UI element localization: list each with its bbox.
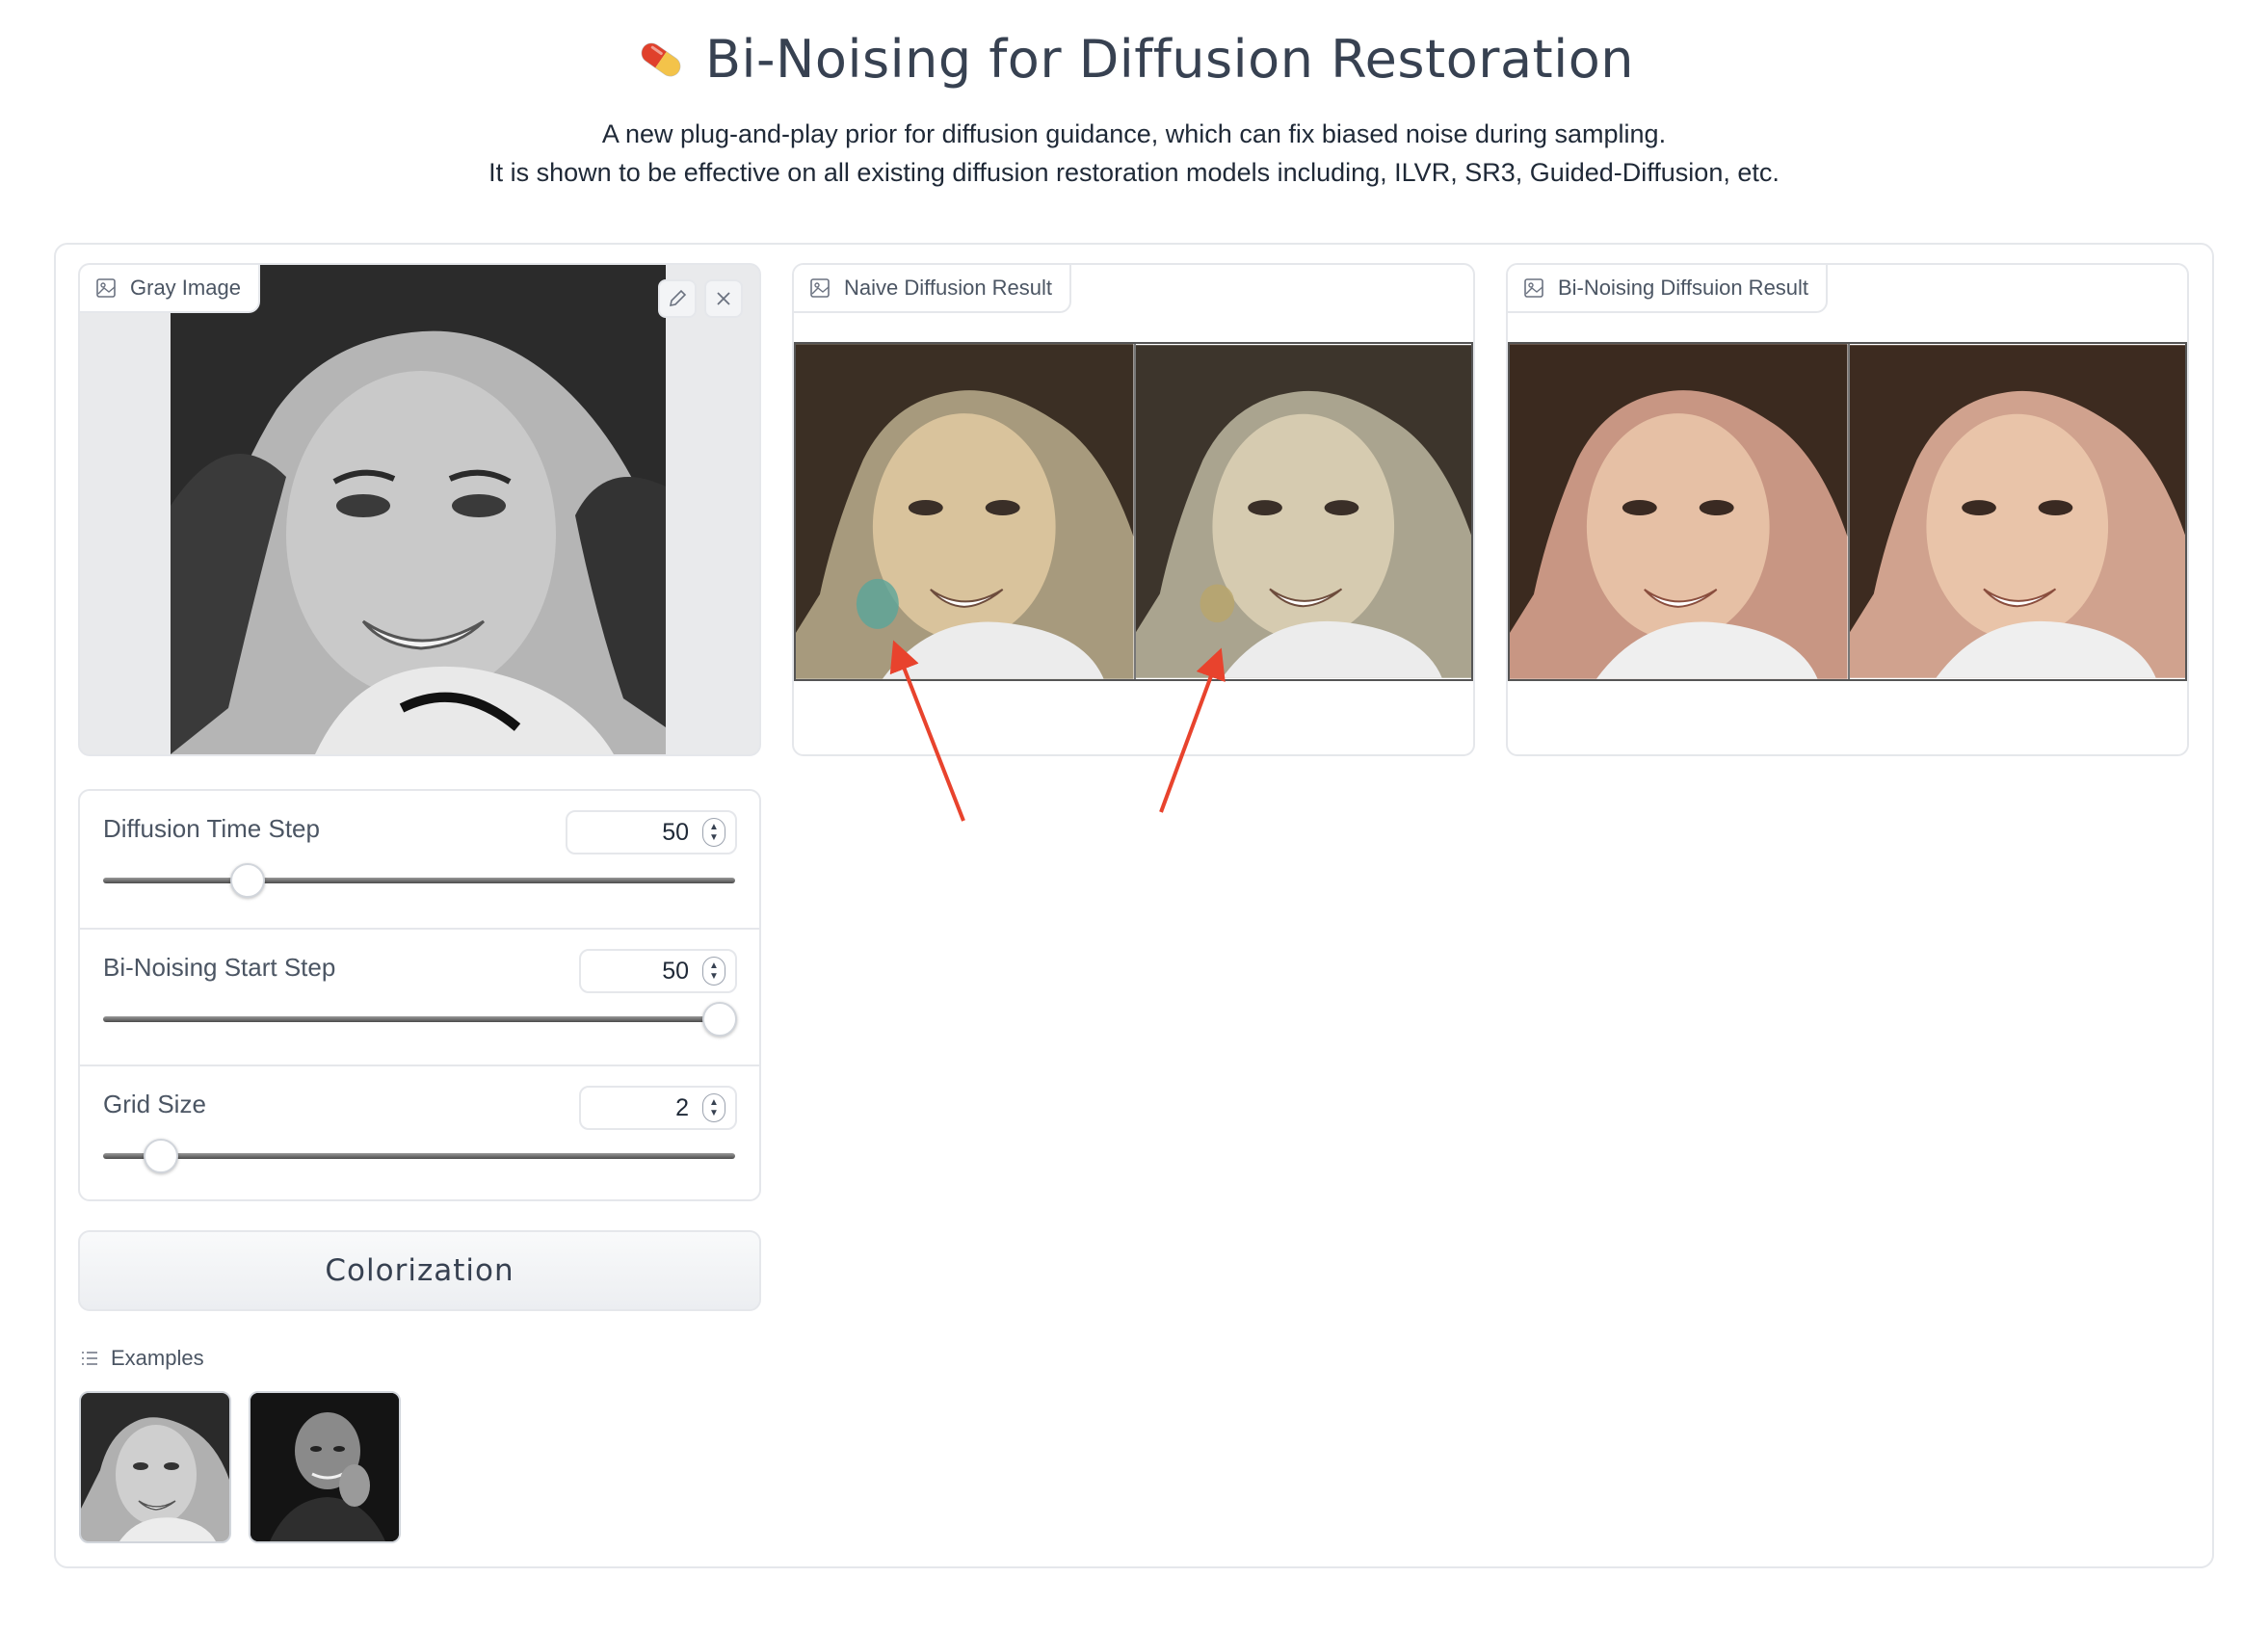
page-title: Bi-Noising for Diffusion Restoration bbox=[634, 29, 1634, 90]
slider-label: Grid Size bbox=[103, 1090, 206, 1118]
title-text: Bi-Noising for Diffusion Restoration bbox=[705, 29, 1634, 90]
slider-binoising-start-step: Bi-Noising Start Step 50 ▲ ▼ bbox=[80, 928, 759, 1065]
slider-thumb[interactable] bbox=[702, 1002, 737, 1037]
binoising-result-label: Bi-Noising Diffsuion Result bbox=[1558, 276, 1809, 300]
example-image-man bbox=[251, 1393, 399, 1541]
gray-image-label-tag: Gray Image bbox=[80, 265, 260, 313]
number-input[interactable]: 50 ▲ ▼ bbox=[579, 949, 737, 993]
parameter-sliders: Diffusion Time Step 50 ▲ ▼ Bi-Noising Sta… bbox=[78, 789, 761, 1201]
slider-label: Diffusion Time Step bbox=[103, 814, 320, 843]
number-value: 50 bbox=[662, 818, 689, 846]
slider-diffusion-time-step: Diffusion Time Step 50 ▲ ▼ bbox=[80, 791, 759, 928]
binoising-result-images bbox=[1508, 342, 2187, 681]
spinner-icon[interactable]: ▲ ▼ bbox=[702, 1093, 725, 1122]
number-value: 2 bbox=[675, 1093, 689, 1121]
binoising-result-output: Bi-Noising Diffsuion Result bbox=[1506, 263, 2189, 756]
gray-image-label: Gray Image bbox=[130, 276, 241, 300]
slider-track[interactable] bbox=[103, 1153, 735, 1159]
example-thumbnail-man[interactable] bbox=[249, 1391, 401, 1543]
pencil-icon bbox=[669, 289, 687, 307]
binoising-face-2 bbox=[1847, 344, 2185, 679]
gray-face-image bbox=[171, 265, 666, 754]
edit-button[interactable] bbox=[658, 279, 697, 318]
binoising-result-label-tag: Bi-Noising Diffsuion Result bbox=[1508, 265, 1829, 313]
colorization-button[interactable]: Colorization bbox=[78, 1230, 761, 1311]
slider-track[interactable] bbox=[103, 1016, 735, 1022]
slider-thumb[interactable] bbox=[230, 863, 265, 898]
gray-image-input[interactable]: Gray Image bbox=[78, 263, 761, 756]
naive-result-images bbox=[794, 342, 1473, 681]
image-icon bbox=[96, 278, 116, 298]
example-thumbnail-woman[interactable] bbox=[79, 1391, 231, 1543]
slider-label: Bi-Noising Start Step bbox=[103, 953, 336, 982]
naive-result-label-tag: Naive Diffusion Result bbox=[794, 265, 1072, 313]
list-icon bbox=[82, 1352, 97, 1365]
subtitle: A new plug-and-play prior for diffusion … bbox=[0, 115, 2268, 192]
naive-result-label: Naive Diffusion Result bbox=[844, 276, 1053, 300]
example-image-woman bbox=[81, 1393, 229, 1541]
slider-track[interactable] bbox=[103, 878, 735, 883]
image-icon bbox=[810, 278, 830, 298]
subtitle-line-1: A new plug-and-play prior for diffusion … bbox=[601, 118, 1667, 148]
close-icon bbox=[717, 292, 730, 305]
subtitle-line-2: It is shown to be effective on all exist… bbox=[488, 157, 1780, 187]
slider-grid-size: Grid Size 2 ▲ ▼ bbox=[80, 1065, 759, 1201]
clear-image-button[interactable] bbox=[704, 279, 743, 318]
header: Bi-Noising for Diffusion Restoration A n… bbox=[0, 29, 2268, 192]
number-value: 50 bbox=[662, 957, 689, 985]
naive-face-1 bbox=[796, 344, 1134, 679]
pill-icon bbox=[641, 42, 681, 76]
examples-header: Examples bbox=[80, 1346, 204, 1371]
spinner-icon[interactable]: ▲ ▼ bbox=[702, 957, 725, 986]
slider-thumb[interactable] bbox=[144, 1139, 178, 1173]
image-icon bbox=[1524, 278, 1543, 298]
examples-label: Examples bbox=[111, 1346, 204, 1370]
naive-face-2 bbox=[1133, 344, 1471, 679]
spinner-icon[interactable]: ▲ ▼ bbox=[702, 818, 725, 847]
number-input[interactable]: 50 ▲ ▼ bbox=[566, 810, 737, 854]
naive-result-output: Naive Diffusion Result bbox=[792, 263, 1475, 756]
binoising-face-1 bbox=[1510, 344, 1848, 679]
number-input[interactable]: 2 ▲ ▼ bbox=[579, 1086, 737, 1130]
